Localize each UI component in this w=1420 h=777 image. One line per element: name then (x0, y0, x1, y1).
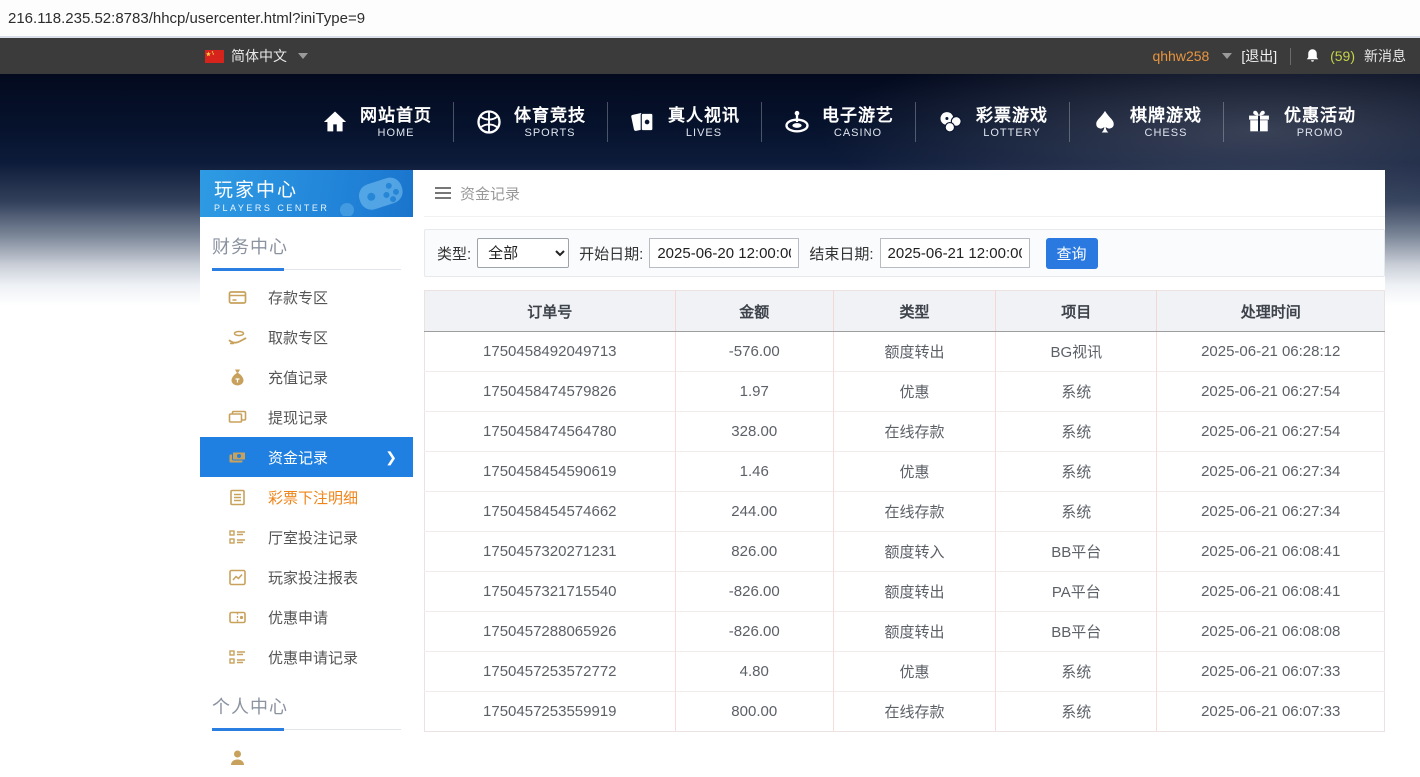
main-nav: 网站首页HOME 体育竞技SPORTS 真人视讯LIVES 电子游艺CASINO… (0, 74, 1420, 170)
message-count[interactable]: (59) (1330, 48, 1355, 64)
table-row: 17504584545906191.46优惠系统2025-06-21 06:27… (425, 452, 1385, 492)
table-row: 1750457320271231826.00额度转入BB平台2025-06-21… (425, 532, 1385, 572)
cards-icon (629, 108, 657, 136)
page-url: 216.118.235.52:8783/hhcp/usercenter.html… (8, 10, 365, 27)
browser-address-bar[interactable]: 216.118.235.52:8783/hhcp/usercenter.html… (0, 0, 1420, 38)
money-bag-icon (228, 368, 247, 387)
china-flag-icon (205, 50, 224, 63)
sidebar-header: 玩家中心 PLAYERS CENTER (200, 170, 413, 217)
sidebar-item-promo-apply[interactable]: 优惠申请 (200, 597, 413, 637)
nav-item-home[interactable]: 网站首页HOME (300, 105, 453, 140)
report-chart-icon (228, 568, 247, 587)
table-header-row: 订单号 金额 类型 项目 处理时间 (425, 291, 1385, 332)
search-button[interactable]: 查询 (1046, 238, 1098, 269)
section-title-finance: 财务中心 (200, 217, 413, 259)
new-messages-link[interactable]: 新消息 (1364, 46, 1406, 66)
sidebar-item-deposit[interactable]: 存款专区 (200, 277, 413, 317)
spade-icon (1091, 108, 1119, 136)
col-type: 类型 (833, 291, 995, 332)
user-icon (228, 748, 247, 767)
sidebar-item-promo-apply-record[interactable]: 优惠申请记录 (200, 637, 413, 677)
nav-item-chess[interactable]: 棋牌游戏CHESS (1070, 105, 1223, 140)
start-date-input[interactable] (649, 238, 799, 268)
logout-link[interactable]: [退出] (1241, 46, 1277, 66)
lottery-balls-icon (937, 108, 965, 136)
bell-icon[interactable] (1304, 47, 1321, 65)
username-menu[interactable]: qhhw258 (1152, 48, 1209, 64)
gift-icon (1245, 108, 1273, 136)
type-label: 类型: (437, 243, 471, 264)
nav-item-lives[interactable]: 真人视讯LIVES (608, 105, 761, 140)
gamepad-icon (333, 172, 407, 216)
sidebar-item-funds-record[interactable]: 资金记录 ❯ (200, 437, 413, 477)
chevron-right-icon: ❯ (385, 449, 397, 466)
table-row: 1750457253559919800.00在线存款系统2025-06-21 0… (425, 692, 1385, 732)
sidebar-item-withdrawal-record[interactable]: 提现记录 (200, 397, 413, 437)
sidebar-item-hall-bet-record[interactable]: 厅室投注记录 (200, 517, 413, 557)
sidebar-item-partial[interactable] (200, 737, 413, 777)
sidebar: 玩家中心 PLAYERS CENTER 财务中心 存款专区 取款专区 充值记录 … (200, 170, 413, 732)
sidebar-item-lottery-bet-detail[interactable]: 彩票下注明细 (200, 477, 413, 517)
content-area: 资金记录 类型: 全部 开始日期: 结束日期: 查询 订单号 金额 类型 项目 … (424, 170, 1385, 732)
list-icon (228, 648, 247, 667)
col-item: 项目 (996, 291, 1157, 332)
breadcrumb: 资金记录 (424, 170, 1385, 217)
nav-item-promo[interactable]: 优惠活动PROMO (1224, 105, 1377, 140)
sports-ball-icon (475, 108, 503, 136)
site-topbar: 简体中文 qhhw258 [退出] (59) 新消息 (0, 38, 1420, 74)
section-underline (212, 728, 401, 731)
language-label: 简体中文 (231, 46, 287, 66)
chevron-down-icon[interactable] (1222, 53, 1232, 59)
end-date-label: 结束日期: (809, 243, 873, 264)
nav-item-casino[interactable]: 电子游艺CASINO (762, 105, 915, 140)
coupon-icon (228, 608, 247, 627)
deposit-card-icon (228, 288, 247, 307)
table-row: 1750458492049713-576.00额度转出BG视讯2025-06-2… (425, 332, 1385, 372)
roulette-icon (783, 108, 811, 136)
page-body: 玩家中心 PLAYERS CENTER 财务中心 存款专区 取款专区 充值记录 … (200, 170, 1385, 732)
type-select[interactable]: 全部 (477, 238, 569, 268)
menu-icon (435, 187, 451, 199)
sidebar-item-recharge-record[interactable]: 充值记录 (200, 357, 413, 397)
wallet-cards-icon (228, 408, 247, 427)
document-icon (228, 488, 247, 507)
filter-bar: 类型: 全部 开始日期: 结束日期: 查询 (424, 229, 1385, 277)
nav-item-lottery[interactable]: 彩票游戏LOTTERY (916, 105, 1069, 140)
start-date-label: 开始日期: (579, 243, 643, 264)
list-icon (228, 528, 247, 547)
table-row: 17504584745798261.97优惠系统2025-06-21 06:27… (425, 372, 1385, 412)
banknotes-icon (228, 448, 247, 467)
table-row: 1750457288065926-826.00额度转出BB平台2025-06-2… (425, 612, 1385, 652)
end-date-input[interactable] (880, 238, 1030, 268)
language-selector[interactable]: 简体中文 (205, 46, 308, 66)
page-title: 资金记录 (460, 183, 520, 204)
funds-record-table: 订单号 金额 类型 项目 处理时间 1750458492049713-576.0… (424, 290, 1385, 732)
col-amount: 金额 (675, 291, 833, 332)
home-icon (321, 108, 349, 136)
table-row: 1750457321715540-826.00额度转出PA平台2025-06-2… (425, 572, 1385, 612)
table-row: 17504572535727724.80优惠系统2025-06-21 06:07… (425, 652, 1385, 692)
col-order-no: 订单号 (425, 291, 676, 332)
section-underline (212, 268, 401, 271)
sidebar-item-withdraw[interactable]: 取款专区 (200, 317, 413, 357)
chevron-down-icon (298, 53, 308, 59)
nav-item-sports[interactable]: 体育竞技SPORTS (454, 105, 607, 140)
table-row: 1750458454574662244.00在线存款系统2025-06-21 0… (425, 492, 1385, 532)
divider (1290, 48, 1291, 65)
table-row: 1750458474564780328.00在线存款系统2025-06-21 0… (425, 412, 1385, 452)
withdraw-hand-icon (228, 328, 247, 347)
section-title-personal: 个人中心 (200, 677, 413, 719)
sidebar-item-player-bet-report[interactable]: 玩家投注报表 (200, 557, 413, 597)
col-process-time: 处理时间 (1157, 291, 1385, 332)
